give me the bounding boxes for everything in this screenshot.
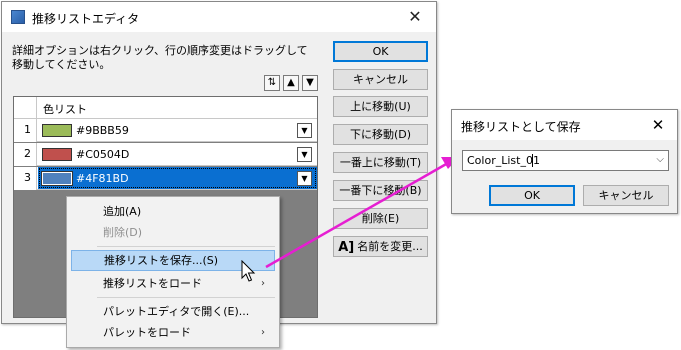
- list-name-value: Color_List_01: [467, 154, 540, 167]
- title-bar: 推移リストとして保存 ✕: [452, 110, 677, 140]
- close-icon[interactable]: ✕: [647, 113, 669, 137]
- chevron-down-icon[interactable]: ⌵: [656, 154, 664, 165]
- save-list-dialog: 推移リストとして保存 ✕ Color_List_01 ⌵ OK キャンセル: [451, 109, 678, 214]
- dialog-title: 推移リストとして保存: [461, 120, 581, 134]
- list-name-combobox[interactable]: Color_List_01 ⌵: [462, 150, 669, 171]
- cancel-button[interactable]: キャンセル: [583, 185, 669, 206]
- ok-button[interactable]: OK: [489, 185, 575, 206]
- text-caret: [532, 154, 533, 167]
